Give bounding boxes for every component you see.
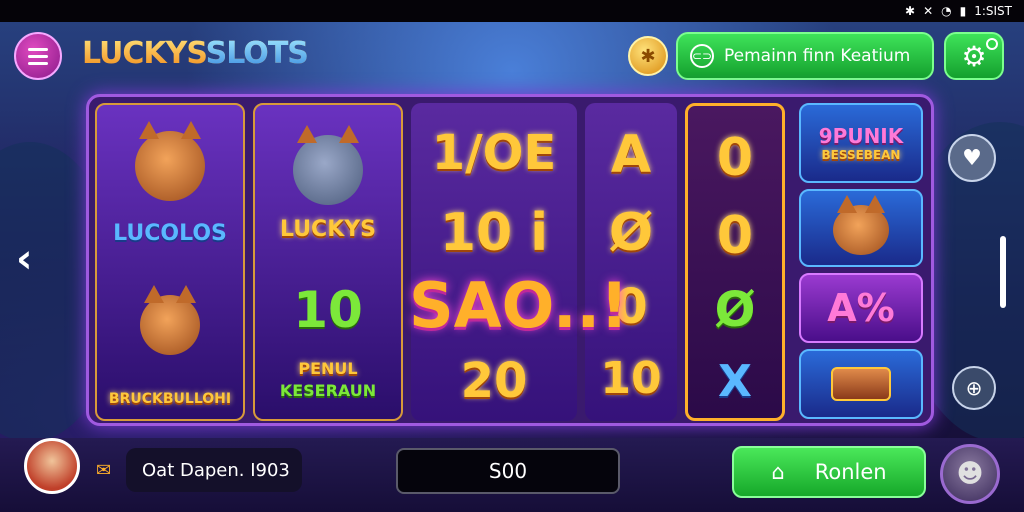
chat-icon[interactable]: ✉	[96, 460, 111, 481]
prev-arrow[interactable]: ‹	[16, 236, 32, 282]
side-tile-percent[interactable]: A%	[799, 273, 923, 343]
bet-display[interactable]: S00	[396, 448, 620, 494]
settings-button[interactable]: ⚙	[944, 32, 1004, 80]
cat-character-image	[135, 121, 205, 201]
reel-3[interactable]: 1/OE 10 i 20	[411, 103, 577, 421]
volume-slider[interactable]	[1000, 236, 1006, 308]
reel-5[interactable]: 0 0 Ø X	[685, 103, 785, 421]
player-avatar[interactable]	[24, 438, 80, 494]
side-tile-bonus[interactable]: 9PUNIK BESSEBEAN	[799, 103, 923, 183]
treasure-chest-icon	[831, 367, 891, 401]
reel-4-symbol-middle: Ø	[608, 203, 654, 263]
bet-value: S00	[488, 459, 528, 483]
reel-1[interactable]: LUCOLOS BRUCKBULLOHI	[95, 103, 245, 421]
reel-3-symbol-bottom: 20	[460, 353, 528, 409]
reel-3-symbol-top: 1/OE	[431, 125, 557, 181]
notification-dot	[986, 38, 998, 50]
reel-1-label: BRUCKBULLOHI	[108, 391, 232, 407]
side-tile-subtitle: BESSEBEAN	[821, 148, 901, 162]
side-column: 9PUNIK BESSEBEAN A%	[791, 103, 931, 421]
spin-button[interactable]: ⌂ Ronlen	[732, 446, 926, 498]
reel-5-symbol-bottom: X	[718, 356, 752, 407]
coin-icon: ✱	[640, 45, 656, 67]
reel-5-symbol-third: Ø	[714, 282, 756, 338]
side-tile-tiger[interactable]	[799, 189, 923, 267]
cat-character-image	[140, 285, 200, 355]
spin-label: Ronlen	[814, 460, 887, 484]
wifi-icon: ◔	[941, 4, 952, 18]
clock: 1:SIST	[974, 4, 1012, 18]
reel-5-symbol-top: 0	[716, 128, 754, 188]
side-tile-title: 9PUNIK	[818, 124, 904, 148]
reel-2-title: LUCKYS	[279, 217, 377, 242]
side-tile-percent-label: A%	[827, 286, 895, 330]
side-tile-chest[interactable]	[799, 349, 923, 419]
reel-5-symbol-middle: 0	[716, 206, 754, 266]
menu-button[interactable]	[14, 32, 62, 80]
game-logo: LUCKYSSLOTS	[82, 36, 309, 71]
reel-1-title: LUCOLOS	[113, 221, 227, 246]
player-name: Oat Dapen. I903	[142, 459, 290, 481]
win-overlay-text: SAO..!	[409, 269, 629, 342]
logo-text-1: LUCKYS	[82, 36, 206, 71]
promo-label: Pemainn finn Keatium	[724, 46, 911, 66]
link-icon: ⊂⊃	[690, 44, 714, 68]
reel-2-tag-1: PENUL	[298, 359, 358, 378]
reel-2-value: 10	[293, 281, 363, 339]
logo-text-2: SLOTS	[205, 36, 309, 71]
reel-2-tag-2: KESERAUN	[279, 381, 377, 400]
heart-icon: ♥	[962, 145, 982, 171]
coin-shop-button[interactable]: ✱	[628, 36, 668, 76]
menu-icon-line	[28, 54, 48, 58]
status-bar: ✱ ✕ ◔ ▮ 1:SIST	[0, 0, 1024, 22]
mute-icon: ✕	[923, 4, 934, 18]
autoplay-button[interactable]: ⊕	[952, 366, 996, 410]
player-name-box: Oat Dapen. I903	[126, 448, 302, 492]
reel-4[interactable]: A Ø 0 10	[585, 103, 677, 421]
signal-icon: ▮	[959, 4, 967, 18]
reel-4-symbol-top: A	[610, 125, 652, 185]
gear-icon: ⚙	[961, 39, 987, 73]
alien-icon: ☻	[956, 459, 984, 489]
spin-icon: ⌂	[771, 460, 785, 484]
compass-icon: ⊕	[965, 376, 983, 400]
promo-button[interactable]: ⊂⊃ Pemainn finn Keatium	[676, 32, 934, 80]
tiger-character-image	[833, 195, 889, 255]
favorite-button[interactable]: ♥	[948, 134, 996, 182]
reel-4-symbol-bottom: 10	[600, 353, 662, 404]
slot-board: LUCOLOS BRUCKBULLOHI LUCKYS 10 PENUL KES…	[86, 94, 934, 426]
menu-icon-line	[28, 47, 48, 51]
reel-2[interactable]: LUCKYS 10 PENUL KESERAUN	[253, 103, 403, 421]
game-screen: LUCKYSSLOTS ✱ ⊂⊃ Pemainn finn Keatium ⚙ …	[0, 22, 1024, 512]
menu-icon-line	[28, 61, 48, 65]
reel-3-symbol-middle: 10 i	[439, 203, 549, 263]
profile-button[interactable]: ☻	[940, 444, 1000, 504]
cat-character-image	[293, 125, 363, 205]
bluetooth-icon: ✱	[905, 4, 916, 18]
